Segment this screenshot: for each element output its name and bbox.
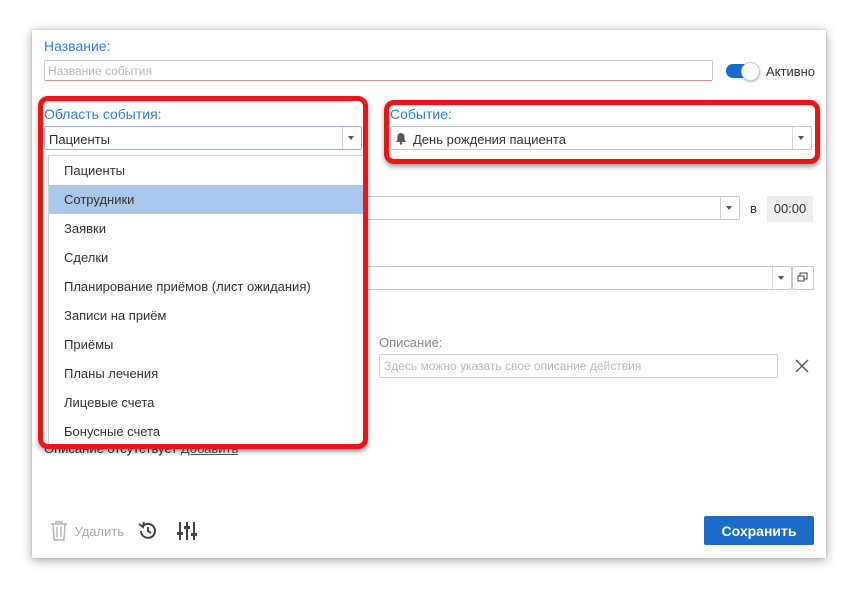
event-dialog: Название: Активно в 00:00 Описание: Опис… <box>32 30 826 558</box>
delete-button[interactable]: Удалить <box>50 521 124 541</box>
description-input[interactable] <box>379 354 778 378</box>
delete-label: Удалить <box>74 523 125 539</box>
schedule-select[interactable] <box>362 196 740 220</box>
history-icon <box>138 521 156 539</box>
history-button[interactable] <box>137 520 159 547</box>
annotation-frame-area <box>38 96 368 449</box>
settings-sliders-button[interactable] <box>176 520 198 547</box>
event-name-input[interactable] <box>44 60 713 81</box>
close-icon <box>795 359 809 373</box>
time-field[interactable]: 00:00 <box>767 196 813 222</box>
action-dropdown-button[interactable] <box>772 267 791 289</box>
trash-icon <box>51 521 67 541</box>
toggle-knob <box>741 62 760 81</box>
clear-description-button[interactable] <box>794 358 810 379</box>
chevron-down-icon <box>726 206 732 210</box>
active-label: Активно <box>766 64 816 79</box>
at-label: в <box>750 201 757 216</box>
open-window-icon <box>797 272 808 282</box>
chevron-down-icon <box>778 276 784 280</box>
save-button[interactable]: Сохранить <box>704 516 814 545</box>
name-label: Название: <box>44 38 111 54</box>
description-label: Описание: <box>379 335 443 350</box>
active-toggle[interactable] <box>726 62 760 81</box>
sliders-icon <box>177 522 197 540</box>
schedule-dropdown-button[interactable] <box>720 197 739 219</box>
annotation-frame-event <box>384 100 820 164</box>
open-in-window-button[interactable] <box>792 266 814 290</box>
action-select[interactable] <box>362 266 792 290</box>
